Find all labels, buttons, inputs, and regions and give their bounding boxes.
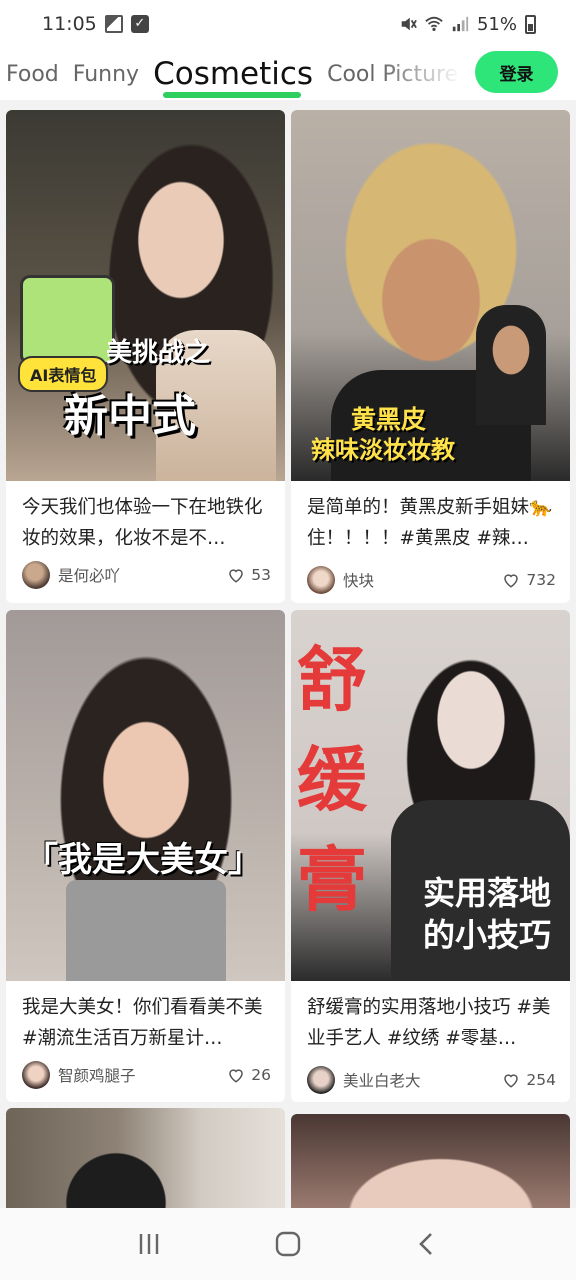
post-title[interactable]: 我是大美女！你们看看美不美 #潮流生活百万新星计… — [22, 992, 271, 1054]
author-name[interactable]: 是何必吖 — [58, 564, 227, 586]
overlay-text-line2: 新中式 — [64, 391, 196, 442]
tab-cosmetics[interactable]: Cosmetics — [153, 56, 313, 98]
post-thumbnail[interactable]: 黄黑皮 辣味淡妆妆教 — [291, 110, 570, 481]
mute-icon — [401, 17, 417, 31]
author-name[interactable]: 智颜鸡腿子 — [58, 1064, 227, 1086]
post-thumbnail[interactable]: 「我是大美女」 — [6, 610, 285, 981]
overlay-vertical-text: 舒缓膏 — [297, 639, 367, 921]
avatar[interactable] — [22, 1061, 50, 1089]
heart-icon — [229, 569, 244, 583]
post-thumbnail[interactable]: 舒缓膏 实用落地 的小技巧 — [291, 610, 570, 981]
check-notification-icon: ✓ — [130, 15, 149, 33]
post-thumbnail[interactable] — [291, 1114, 570, 1208]
status-bar: 11:05 ✓ 51% — [0, 0, 576, 48]
heart-icon — [504, 1074, 519, 1088]
post-meta: 智颜鸡腿子 26 — [22, 1060, 271, 1090]
post-card[interactable]: 黄黑皮 辣味淡妆妆教 是简单的！黄黑皮新手姐妹🐆住！！！！#黄黑皮 #辣… 快块… — [291, 110, 570, 603]
post-meta: 美业白老大 254 — [307, 1065, 556, 1095]
tab-funny[interactable]: Funny — [73, 62, 139, 87]
post-card[interactable]: 「我是大美女」 我是大美女！你们看看美不美 #潮流生活百万新星计… 智颜鸡腿子 … — [6, 610, 285, 1102]
sticker-icon — [20, 275, 115, 365]
status-time: 11:05 — [42, 13, 97, 35]
avatar[interactable] — [22, 561, 50, 589]
heart-icon — [229, 1069, 244, 1083]
login-button[interactable]: 登录 — [475, 51, 558, 93]
home-button[interactable] — [258, 1224, 318, 1264]
author-name[interactable]: 美业白老大 — [343, 1069, 502, 1091]
active-tab-indicator — [163, 92, 302, 98]
back-icon — [418, 1233, 432, 1255]
like-button[interactable]: 53 — [227, 566, 271, 584]
like-count: 254 — [526, 1071, 556, 1089]
like-button[interactable]: 254 — [502, 1071, 556, 1089]
like-button[interactable]: 732 — [502, 571, 556, 589]
avatar[interactable] — [307, 1066, 335, 1094]
post-thumbnail[interactable]: AI表情包 美挑战之 新中式 — [6, 110, 285, 481]
tab-food[interactable]: Food — [6, 62, 59, 87]
battery-icon — [525, 14, 536, 34]
overlay-text-line1: 实用落地 — [423, 874, 552, 912]
back-button[interactable] — [397, 1224, 457, 1264]
post-meta: 快块 732 — [307, 565, 556, 595]
post-title[interactable]: 是简单的！黄黑皮新手姐妹🐆住！！！！#黄黑皮 #辣… — [307, 492, 556, 554]
wifi-icon — [425, 16, 443, 32]
home-icon — [275, 1231, 301, 1257]
author-name[interactable]: 快块 — [343, 569, 502, 591]
overlay-text-line2: 的小技巧 — [423, 916, 552, 954]
battery-percent: 51% — [476, 13, 517, 35]
like-count: 26 — [251, 1066, 271, 1084]
post-thumbnail[interactable] — [6, 1108, 285, 1208]
heart-icon — [504, 574, 519, 588]
post-meta: 是何必吖 53 — [22, 560, 271, 590]
tabs-fade — [380, 48, 470, 100]
post-title[interactable]: 今天我们也体验一下在地铁化妆的效果，化妆不是不… — [22, 492, 271, 554]
post-card[interactable] — [291, 1114, 570, 1208]
content-feed[interactable]: AI表情包 美挑战之 新中式 今天我们也体验一下在地铁化妆的效果，化妆不是不… … — [6, 110, 570, 1208]
overlay-text-line1: 美挑战之 — [106, 338, 211, 368]
recent-apps-button[interactable] — [119, 1224, 179, 1264]
post-title[interactable]: 舒缓膏的实用落地小技巧 #美业手艺人 #纹绣 #零基… — [307, 992, 556, 1054]
post-card[interactable] — [6, 1108, 285, 1208]
system-navigation-bar — [0, 1208, 576, 1280]
avatar[interactable] — [307, 566, 335, 594]
overlay-text-line1: 「我是大美女」 — [24, 840, 262, 880]
signal-icon — [452, 16, 469, 32]
like-count: 53 — [251, 566, 271, 584]
recent-apps-icon — [140, 1234, 159, 1254]
like-count: 732 — [526, 571, 556, 589]
like-button[interactable]: 26 — [227, 1066, 271, 1084]
overlay-text-line2: 辣味淡妆妆教 — [311, 436, 455, 464]
post-card[interactable]: AI表情包 美挑战之 新中式 今天我们也体验一下在地铁化妆的效果，化妆不是不… … — [6, 110, 285, 603]
gallery-notification-icon — [104, 15, 123, 33]
post-card[interactable]: 舒缓膏 实用落地 的小技巧 舒缓膏的实用落地小技巧 #美业手艺人 #纹绣 #零基… — [291, 610, 570, 1102]
